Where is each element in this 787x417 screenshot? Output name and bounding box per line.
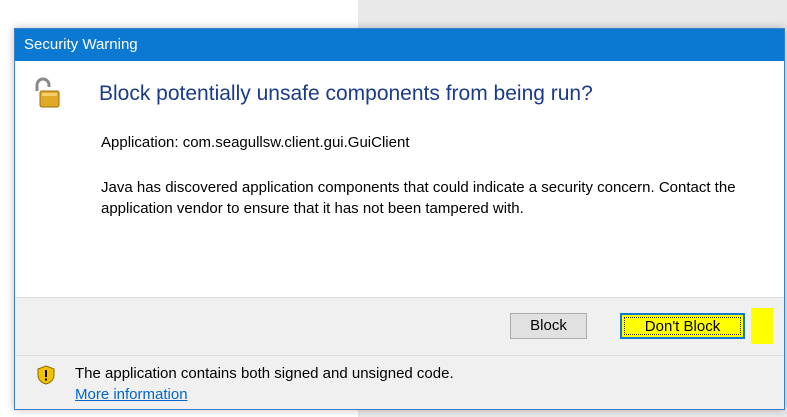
dialog-content: Block potentially unsafe components from… <box>15 61 784 297</box>
unlocked-padlock-icon <box>32 77 60 109</box>
warning-description: Java has discovered application componen… <box>101 179 736 217</box>
focus-ring <box>624 317 741 335</box>
button-bar: Block Don't Block <box>15 297 784 355</box>
dialog-footer: The application contains both signed and… <box>15 355 784 409</box>
footer-message: The application contains both signed and… <box>75 365 454 382</box>
security-warning-dialog: Security Warning Block potentially unsaf… <box>14 28 785 410</box>
dont-block-button[interactable]: Don't Block <box>620 313 745 339</box>
dialog-heading: Block potentially unsafe components from… <box>99 82 593 105</box>
block-button[interactable]: Block <box>510 313 587 339</box>
highlight-mark <box>751 308 773 344</box>
warning-shield-icon <box>36 365 56 385</box>
dialog-titlebar[interactable]: Security Warning <box>15 29 784 61</box>
application-name: Application: com.seagullsw.client.gui.Gu… <box>101 134 410 151</box>
more-information-link[interactable]: More information <box>75 386 188 403</box>
dialog-title: Security Warning <box>24 36 138 53</box>
